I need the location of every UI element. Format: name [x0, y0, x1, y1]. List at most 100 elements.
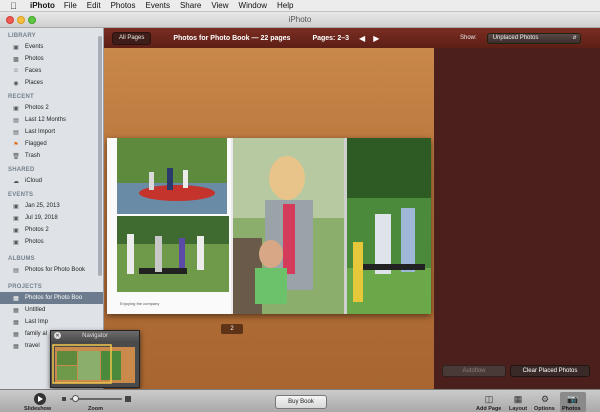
sidebar-item-label: Jul 19, 2018	[25, 215, 58, 221]
photos-icon: ▩	[13, 56, 19, 63]
previous-page-arrow-icon[interactable]: ◀	[359, 34, 365, 43]
sidebar-item-label: Last Imp	[25, 319, 49, 325]
sidebar-item-label: Photos	[25, 239, 44, 245]
sidebar-item-icloud[interactable]: ☁ iCloud	[0, 175, 103, 187]
sidebar-item-event-jan-25-2013[interactable]: ▣ Jan 25, 2013	[0, 200, 103, 212]
sidebar-item-last-import[interactable]: ▤ Last Import	[0, 126, 103, 138]
sidebar-scrollbar[interactable]	[98, 36, 102, 276]
sidebar-item-project-last-import[interactable]: ▦ Last Imp	[0, 316, 103, 328]
cloud-icon: ☁	[13, 178, 19, 185]
sidebar-item-places[interactable]: ◉ Places	[0, 77, 103, 89]
sidebar-item-label: Photos for Photo Boo	[25, 295, 83, 301]
slideshow-label: Slideshow	[24, 406, 52, 412]
book-icon: ▦	[13, 343, 19, 350]
sidebar-item-label: family al	[25, 331, 48, 337]
albums-header: ALBUMS	[8, 256, 35, 262]
faces-icon: ☺	[12, 68, 20, 74]
autoflow-button[interactable]: Autoflow	[442, 365, 506, 377]
show-label: Show:	[460, 35, 477, 41]
clear-placed-photos-button[interactable]: Clear Placed Photos	[510, 365, 590, 377]
updown-chevron-icon: ⇵	[572, 35, 577, 41]
title-bar: iPhoto	[0, 12, 600, 28]
slideshow-play-icon[interactable]	[34, 393, 46, 405]
book-toolbar: All Pages Photos for Photo Book — 22 pag…	[104, 28, 434, 48]
book-icon: ▦	[13, 319, 19, 326]
book-icon: ▦	[13, 331, 19, 338]
add-page-icon[interactable]: ◫	[482, 394, 496, 404]
options-label: Options	[534, 406, 555, 412]
navigator-title: Navigator	[82, 333, 108, 339]
photo-panel: Show: Unplaced Photos ⇵ Autoflow Clear P…	[434, 28, 600, 389]
layout-icon[interactable]: ▦	[511, 394, 525, 404]
menu-photos[interactable]: Photos	[111, 1, 136, 10]
menu-edit[interactable]: Edit	[87, 1, 101, 10]
sidebar-item-label: Photos 2	[25, 105, 49, 111]
photo-panel-header: Show: Unplaced Photos ⇵	[434, 28, 600, 48]
apple-icon[interactable]: 	[10, 1, 22, 11]
flag-icon: ⚑	[13, 141, 19, 148]
book-title: Photos for Photo Book — 22 pages	[173, 34, 291, 42]
sidebar-item-album-photo-book[interactable]: ▤ Photos for Photo Book	[0, 264, 103, 276]
sidebar-item-event-photos[interactable]: ▣ Photos	[0, 236, 103, 248]
show-filter-value: Unplaced Photos	[492, 35, 539, 41]
events-icon: ▣	[13, 44, 19, 51]
book-page-spread[interactable]	[107, 138, 431, 314]
library-header: LIBRARY	[8, 33, 36, 39]
sidebar-item-photos[interactable]: ▩ Photos	[0, 53, 103, 65]
photo-caption[interactable]: Enjoying the company	[120, 301, 159, 306]
sidebar-item-label: iCloud	[25, 178, 43, 184]
trash-icon: 🗑	[12, 153, 20, 160]
menu-window[interactable]: Window	[239, 1, 267, 10]
event-icon: ▣	[13, 215, 19, 222]
recent-header: RECENT	[8, 94, 34, 100]
navigator-preview	[52, 344, 135, 384]
sidebar-item-project-untitled[interactable]: ▦ Untitled	[0, 304, 103, 316]
sidebar-item-project-photo-book[interactable]: ▦ Photos for Photo Boo	[0, 292, 103, 304]
bottom-toolbar: Slideshow Zoom Buy Book ◫ Add Page ▦ Lay…	[0, 389, 600, 412]
buy-book-button[interactable]: Buy Book	[275, 395, 327, 409]
sidebar-item-trash[interactable]: 🗑 Trash	[0, 150, 103, 162]
sidebar-item-last-12-months[interactable]: ▤ Last 12 Months	[0, 114, 103, 126]
zoom-out-icon[interactable]	[62, 397, 66, 401]
sidebar-item-event-jul-19-2018[interactable]: ▣ Jul 19, 2018	[0, 212, 103, 224]
album-icon: ▤	[13, 267, 19, 274]
import-icon: ▤	[13, 129, 19, 136]
add-page-label: Add Page	[476, 406, 502, 412]
menu-share[interactable]: Share	[180, 1, 201, 10]
sidebar-item-events[interactable]: ▣ Events	[0, 41, 103, 53]
menu-view[interactable]: View	[211, 1, 228, 10]
event-icon: ▣	[13, 105, 19, 112]
options-icon[interactable]: ⚙	[538, 394, 552, 404]
navigator-title-bar[interactable]: ✕ Navigator	[51, 331, 139, 341]
next-page-arrow-icon[interactable]: ▶	[373, 34, 379, 43]
menu-bar:  iPhoto File Edit Photos Events Share V…	[0, 0, 600, 12]
sidebar-item-faces[interactable]: ☺ Faces	[0, 65, 103, 77]
menu-help[interactable]: Help	[277, 1, 293, 10]
sidebar-item-label: Trash	[25, 153, 41, 159]
calendar-icon: ▤	[13, 117, 19, 124]
pages-range: Pages: 2–3	[312, 34, 350, 42]
spread-photos	[117, 138, 431, 314]
navigator-panel[interactable]: ✕ Navigator	[50, 330, 140, 388]
menu-events[interactable]: Events	[145, 1, 169, 10]
sidebar-item-event-photos-2[interactable]: ▣ Photos 2	[0, 224, 103, 236]
close-icon[interactable]: ✕	[54, 332, 61, 339]
show-filter-select[interactable]: Unplaced Photos ⇵	[486, 32, 581, 44]
sidebar-item-label: Last Import	[25, 129, 56, 135]
iphoto-window: iPhoto LIBRARY ▣ Events ▩ Photos ☺ Faces ◉ P…	[0, 12, 600, 412]
menu-app-name[interactable]: iPhoto	[30, 1, 55, 10]
sidebar-item-label: Flagged	[25, 141, 47, 147]
sidebar-item-label: Photos for Photo Book	[25, 267, 86, 273]
camera-icon: 📷	[567, 393, 579, 404]
all-pages-button[interactable]: All Pages	[112, 31, 152, 45]
book-icon: ▦	[13, 295, 19, 302]
sidebar-item-flagged[interactable]: ⚑ Flagged	[0, 138, 103, 150]
sidebar-item-label: Jan 25, 2013	[25, 203, 60, 209]
menu-file[interactable]: File	[64, 1, 77, 10]
sidebar-item-label: travel	[25, 343, 40, 349]
sidebar-item-label: Last 12 Months	[25, 117, 67, 123]
zoom-in-icon[interactable]	[125, 396, 131, 402]
book-canvas: Enjoying the company 2	[104, 48, 434, 389]
zoom-slider-knob[interactable]	[72, 395, 79, 402]
sidebar-item-photos-2[interactable]: ▣ Photos 2	[0, 102, 103, 114]
